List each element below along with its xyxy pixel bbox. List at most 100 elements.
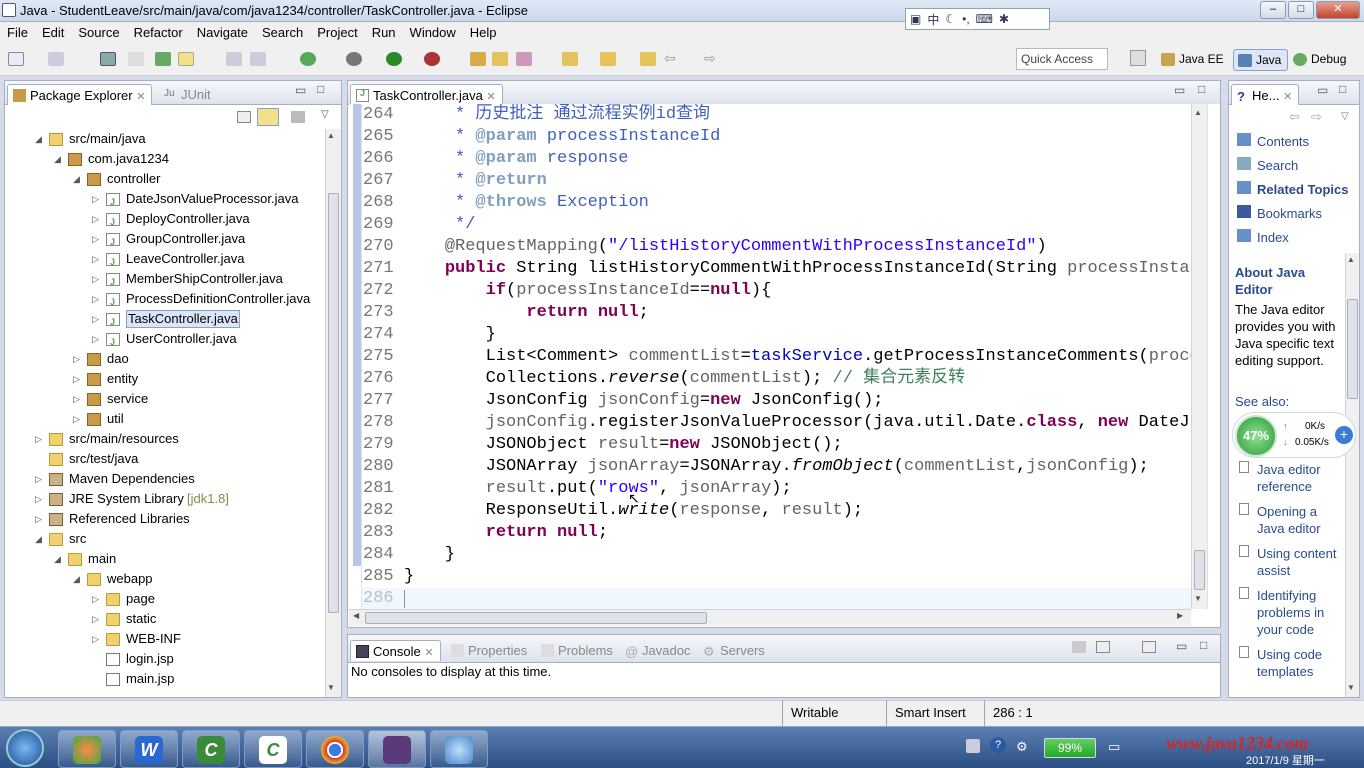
refresh-icon[interactable] [300,52,316,66]
menu-run[interactable]: Run [365,25,403,40]
mark-occurrences-icon[interactable] [178,52,194,66]
expanded-arrow-icon[interactable]: ◢ [54,549,61,569]
menu-file[interactable]: File [0,25,35,40]
menu-refactor[interactable]: Refactor [127,25,190,40]
help-forward-icon[interactable]: ⇨ [1311,109,1322,125]
expanded-arrow-icon[interactable]: ◢ [73,169,80,189]
code-area[interactable]: 264 * 历史批注 通过流程实例id查询 265 * @param proces… [349,104,1191,609]
collapsed-arrow-icon[interactable]: ▷ [73,369,80,389]
menu-source[interactable]: Source [71,25,126,40]
help-link-related-topics[interactable]: Related Topics [1257,182,1349,197]
start-button[interactable] [6,729,44,767]
tab-console[interactable]: Console ✕ [350,640,441,661]
maximize-view-icon[interactable]: □ [317,82,324,96]
expanded-arrow-icon[interactable]: ◢ [73,569,80,589]
perspective-java-ee[interactable]: Java EE [1157,49,1230,71]
collapsed-arrow-icon[interactable]: ▷ [92,189,99,209]
tray-network-icon[interactable]: ▭ [1108,739,1120,755]
tree-item[interactable]: ◢ com.java1234 [5,149,325,169]
help-back-icon[interactable]: ⇦ [1289,109,1300,125]
collapsed-arrow-icon[interactable]: ▷ [73,389,80,409]
editor-horizontal-scrollbar[interactable]: ◀ ▶ [349,609,1191,626]
tab-task-controller[interactable]: TaskController.java ✕ [350,84,503,105]
scroll-right-icon[interactable]: ▶ [1177,611,1183,620]
collapse-all-icon[interactable] [237,111,251,123]
help-topic-link[interactable]: Java editor reference [1257,461,1341,495]
close-icon[interactable]: ✕ [486,91,495,103]
debug-icon[interactable] [346,52,362,66]
tree-item[interactable]: main.jsp [5,669,325,689]
help-link-index[interactable]: Index [1257,230,1289,245]
collapsed-arrow-icon[interactable]: ▷ [92,609,99,629]
scroll-down-icon[interactable]: ▼ [1194,594,1202,603]
help-topic-link[interactable]: Identifying problems in your code [1257,587,1341,638]
tree-item[interactable]: ◢ controller [5,169,325,189]
tree-item[interactable]: login.jsp [5,649,325,669]
tree-item[interactable]: ▷ MemberShipController.java [5,269,325,292]
focus-icon[interactable] [291,111,305,123]
new-package-icon[interactable] [470,52,486,66]
tree-item[interactable]: ▷ JRE System Library [jdk1.8] [5,489,325,509]
taskbar-app-shield[interactable] [58,730,116,768]
close-window-button[interactable]: ✕ [1316,1,1360,19]
skip-breakpoints-icon[interactable] [128,52,144,66]
tree-item[interactable]: ▷ LeaveController.java [5,249,325,272]
collapsed-arrow-icon[interactable]: ▷ [92,289,99,309]
tree-item[interactable]: ▷ util [5,409,325,429]
maximize-view-icon[interactable]: □ [1200,638,1207,652]
minimize-view-icon[interactable]: ▭ [1176,639,1187,653]
open-type-icon[interactable] [492,52,508,66]
minimize-view-icon[interactable]: ▭ [295,83,306,97]
tree-item[interactable]: src/test/java [5,449,325,469]
collapsed-arrow-icon[interactable]: ▷ [35,489,42,509]
taskbar-app-camtasia[interactable]: C [244,730,302,768]
external-tools-icon[interactable] [424,52,440,66]
help-link-search[interactable]: Search [1257,158,1298,173]
tree-item[interactable]: ▷ WEB-INF [5,629,325,649]
back-arrow-icon[interactable]: ⇦ [664,50,676,67]
add-icon[interactable]: + [1335,426,1353,444]
collapsed-arrow-icon[interactable]: ▷ [35,429,42,449]
tree-item[interactable]: ▷ UserController.java [5,329,325,352]
tray-settings-icon[interactable]: ⚙ [1016,739,1028,755]
taskbar-app-wps[interactable]: W [120,730,178,768]
battery-indicator[interactable]: 99% [1044,738,1096,758]
expanded-arrow-icon[interactable]: ◢ [35,529,42,549]
tree-item[interactable]: ◢ src/main/java [5,129,325,149]
tree-item[interactable]: ▷ service [5,389,325,409]
tree-item[interactable]: ▷ src/main/resources [5,429,325,449]
scroll-up-icon[interactable]: ▲ [327,131,335,140]
menu-window[interactable]: Window [403,25,463,40]
help-link-contents[interactable]: Contents [1257,134,1309,149]
editor-vertical-scrollbar[interactable]: ▲ ▼ [1191,104,1207,609]
minimize-view-icon[interactable]: ▭ [1317,83,1328,97]
minimize-view-icon[interactable]: ▭ [1174,83,1185,97]
help-topic-link[interactable]: Using code templates [1257,646,1341,680]
perspective-java[interactable]: Java [1233,49,1289,71]
tree-item[interactable]: ◢ webapp [5,569,325,589]
tree-item[interactable]: ▷ DeployController.java [5,209,325,232]
tree-item[interactable]: ▷ page [5,589,325,609]
prev-annotation-icon[interactable] [600,52,616,66]
link-with-editor-icon[interactable] [257,108,279,126]
menu-edit[interactable]: Edit [35,25,71,40]
new-icon[interactable] [8,52,24,66]
close-icon[interactable]: ✕ [1283,91,1292,103]
tree-item[interactable]: ▷ entity [5,369,325,389]
help-scroll-thumb[interactable] [1347,299,1358,399]
quick-access-input[interactable]: Quick Access [1016,48,1108,70]
show-whitespace-icon[interactable] [250,52,266,66]
collapsed-arrow-icon[interactable]: ▷ [92,629,99,649]
close-icon[interactable]: ✕ [424,647,433,659]
scroll-up-icon[interactable]: ▲ [1347,255,1355,264]
toggle-block-icon[interactable] [226,52,242,66]
collapsed-arrow-icon[interactable]: ▷ [35,509,42,529]
tab-package-explorer[interactable]: Package Explorer ✕ [7,84,153,105]
expanded-arrow-icon[interactable]: ◢ [54,149,61,169]
collapsed-arrow-icon[interactable]: ▷ [92,269,99,289]
taskbar-app-camtasia-recorder[interactable]: C [182,730,240,768]
save-icon[interactable] [48,52,64,66]
pin-console-icon[interactable] [1072,641,1086,653]
ime-toolbar[interactable]: ▣ 中 ☾ •, ⌨ ✱ [905,8,1050,30]
forward-arrow-icon[interactable]: ⇨ [704,50,716,67]
